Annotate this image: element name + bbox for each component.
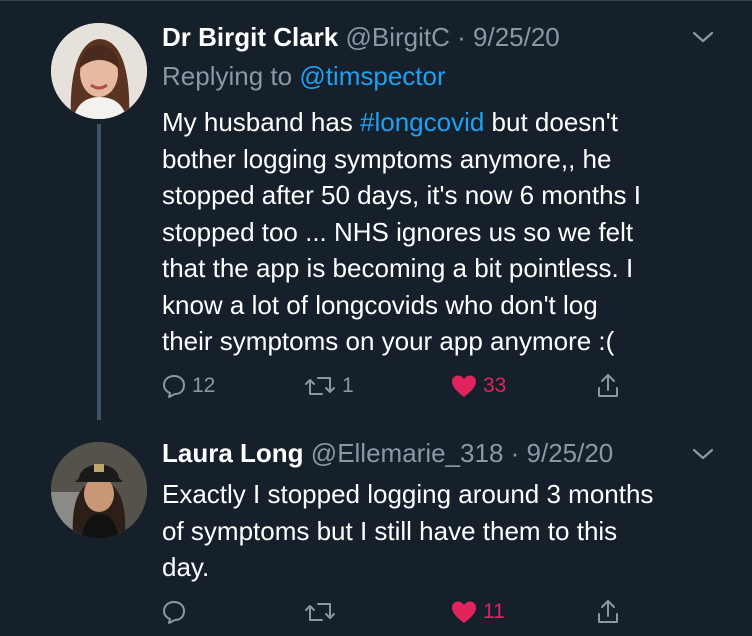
like-button[interactable]: 33	[449, 366, 506, 406]
speech-bubble-icon	[160, 372, 188, 400]
text-line: bother logging symptoms anymore,, he	[162, 143, 612, 174]
speech-bubble-icon	[160, 598, 188, 626]
reply-count: 12	[192, 374, 216, 397]
action-bar: 11	[0, 592, 752, 632]
text-line: My husband has #longcovid but doesn't	[162, 104, 742, 141]
chevron-down-icon[interactable]	[690, 28, 716, 46]
share-button[interactable]	[594, 366, 622, 406]
mention-link[interactable]: @timspector	[299, 61, 445, 91]
separator-dot: ·	[503, 438, 527, 468]
tweet-date[interactable]: 9/25/20	[473, 22, 560, 52]
heart-icon	[449, 598, 479, 626]
share-button[interactable]	[594, 592, 622, 632]
text-line: know a lot of longcovids who don't log	[162, 289, 598, 320]
like-count: 11	[483, 600, 505, 623]
share-icon	[594, 598, 622, 626]
tweet-header: Laura Long @Ellemarie_318 · 9/25/20	[162, 438, 613, 468]
tweet-date[interactable]: 9/25/20	[527, 438, 614, 468]
heart-icon	[449, 372, 479, 400]
text-line: Exactly I stopped logging around 3 month…	[162, 479, 654, 509]
text-line: day.	[162, 552, 210, 582]
tweet-header: Dr Birgit Clark @BirgitC · 9/25/20	[162, 22, 560, 52]
replying-to-label: Replying to	[162, 61, 300, 91]
text-line: of symptoms but I still have them to thi…	[162, 515, 618, 546]
text-segment: but doesn't	[484, 107, 618, 137]
text-line: stopped after 50 days, it's now 6 months…	[162, 180, 642, 210]
author-name[interactable]: Laura Long	[162, 438, 304, 468]
replying-to: Replying to @timspector	[162, 60, 446, 92]
retweet-count: 1	[342, 374, 354, 397]
tweet[interactable]: Laura Long @Ellemarie_318 · 9/25/20 Exac…	[0, 420, 752, 636]
avatar[interactable]	[51, 23, 147, 119]
chevron-down-icon[interactable]	[690, 445, 716, 463]
like-count: 33	[483, 374, 507, 397]
author-handle[interactable]: @Ellemarie_318	[311, 438, 504, 468]
retweet-icon	[302, 598, 338, 626]
text-line: their symptoms on your app anymore :(	[162, 326, 615, 356]
action-bar: 12 1 33	[0, 366, 752, 406]
tweet-text: My husband has #longcovid but doesn't bo…	[162, 104, 742, 360]
reply-button[interactable]: 12	[160, 366, 215, 406]
avatar[interactable]	[51, 442, 147, 538]
retweet-button[interactable]: 1	[302, 366, 354, 406]
retweet-icon	[302, 372, 338, 400]
tweet[interactable]: Dr Birgit Clark @BirgitC · 9/25/20 Reply…	[0, 0, 752, 420]
text-line: that the app is becoming a bit pointless…	[162, 253, 634, 283]
text-line: stopped too ... NHS ignores us so we fel…	[162, 216, 634, 247]
retweet-button[interactable]	[302, 592, 338, 632]
share-icon	[594, 372, 622, 400]
text-segment: My husband has	[162, 107, 361, 137]
reply-button[interactable]	[160, 592, 188, 632]
author-name[interactable]: Dr Birgit Clark	[162, 22, 338, 52]
separator-dot: ·	[449, 22, 474, 52]
hashtag-link[interactable]: #longcovid	[360, 107, 484, 137]
author-handle[interactable]: @BirgitC	[346, 22, 450, 52]
tweet-text: Exactly I stopped logging around 3 month…	[162, 476, 742, 586]
like-button[interactable]: 11	[449, 592, 505, 632]
